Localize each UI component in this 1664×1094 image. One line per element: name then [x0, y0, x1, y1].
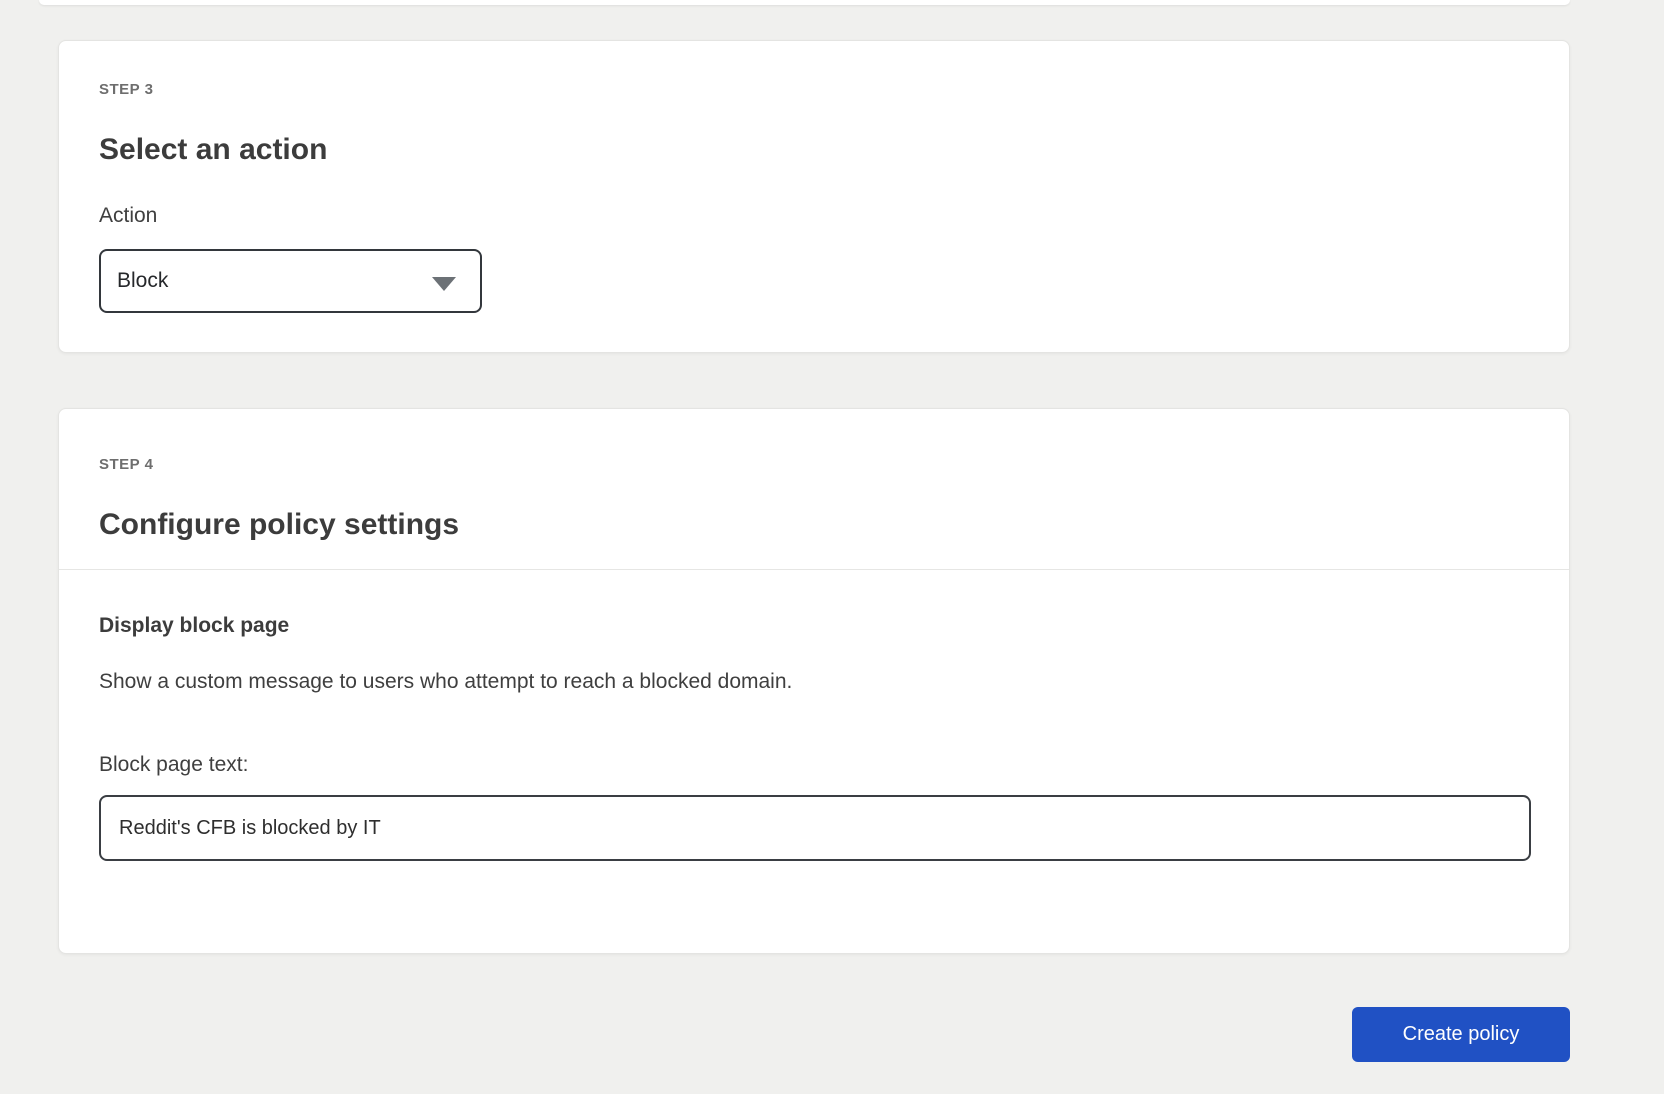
chevron-down-icon — [432, 277, 456, 291]
display-block-page-description: Show a custom message to users who attem… — [99, 670, 793, 693]
step-3-label: STEP 3 — [99, 81, 154, 98]
step-3-card: STEP 3 Select an action Action Block — [58, 40, 1570, 353]
action-field-label: Action — [99, 204, 158, 227]
card-header-divider — [59, 569, 1569, 570]
create-policy-button[interactable]: Create policy — [1352, 1007, 1570, 1062]
step-3-title: Select an action — [99, 133, 328, 167]
step-4-label: STEP 4 — [99, 456, 154, 473]
policy-builder-page: STEP 3 Select an action Action Block STE… — [0, 0, 1664, 1094]
previous-step-card-edge — [39, 0, 1570, 5]
action-select-value: Block — [117, 269, 169, 292]
step-4-title: Configure policy settings — [99, 508, 460, 542]
block-page-text-input[interactable] — [99, 795, 1531, 861]
step-4-card: STEP 4 Configure policy settings Display… — [58, 408, 1570, 954]
action-select[interactable]: Block — [99, 249, 482, 313]
block-page-text-label: Block page text: — [99, 753, 249, 776]
display-block-page-title: Display block page — [99, 614, 290, 637]
